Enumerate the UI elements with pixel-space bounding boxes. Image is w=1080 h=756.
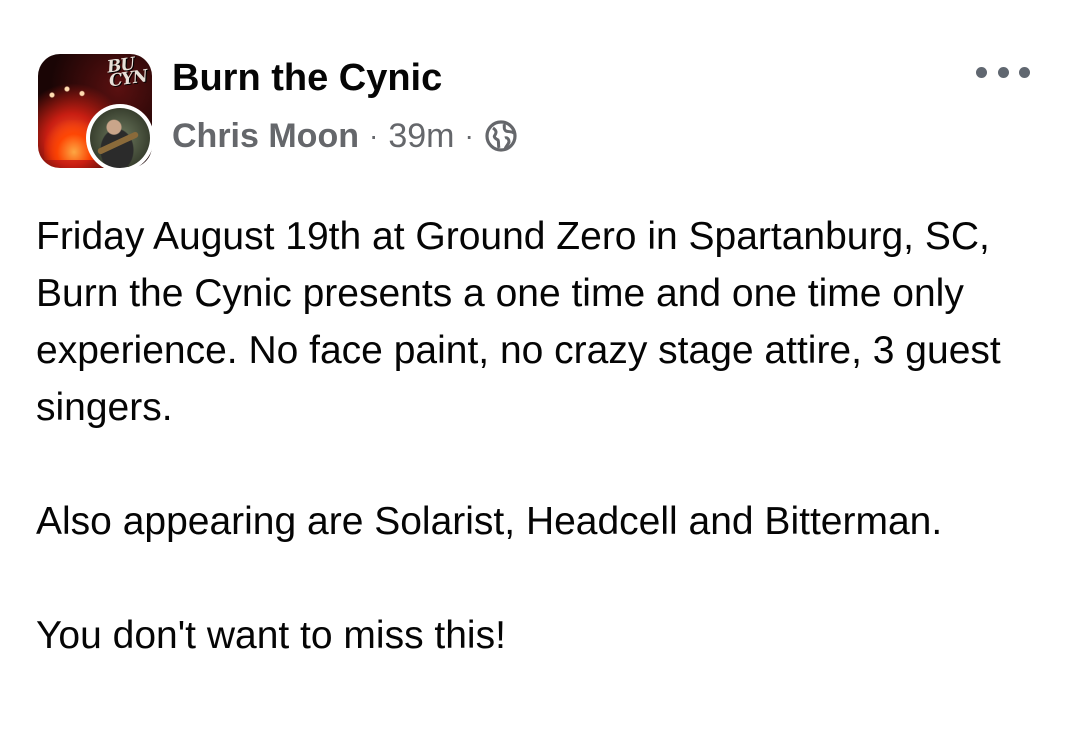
- author-name-link[interactable]: Chris Moon: [172, 117, 359, 156]
- more-options-button[interactable]: [976, 54, 1030, 90]
- post-meta: Chris Moon · 39m ·: [172, 114, 518, 158]
- band-logo: BU CYN: [105, 54, 149, 92]
- post-paragraph: Friday August 19th at Ground Zero in Spa…: [36, 215, 1001, 429]
- meta-separator: ·: [464, 120, 474, 151]
- meta-separator: ·: [368, 120, 379, 151]
- page-name-link[interactable]: Burn the Cynic: [172, 56, 442, 100]
- post-card: BUCYN Burn the Cynic Chris Moon · 39m ·: [0, 0, 1080, 756]
- post-timestamp[interactable]: 39m: [388, 117, 454, 156]
- more-horizontal-icon: [1019, 66, 1030, 78]
- post-paragraph: Also appearing are Solarist, Headcell an…: [36, 500, 943, 543]
- author-avatar[interactable]: [86, 104, 154, 172]
- more-horizontal-icon: [976, 66, 987, 78]
- stage-lights-graphic: [46, 80, 106, 110]
- post-header: BU CYN Burn the Cynic Chris Moon · 39m ·: [38, 54, 1048, 174]
- author-photo: [90, 108, 150, 168]
- more-horizontal-icon: [997, 66, 1009, 78]
- post-paragraph: You don't want to miss this!: [36, 614, 506, 657]
- guitar-graphic: [96, 130, 140, 156]
- globe-icon[interactable]: [484, 119, 518, 153]
- post-body: Friday August 19th at Ground Zero in Spa…: [36, 208, 1046, 664]
